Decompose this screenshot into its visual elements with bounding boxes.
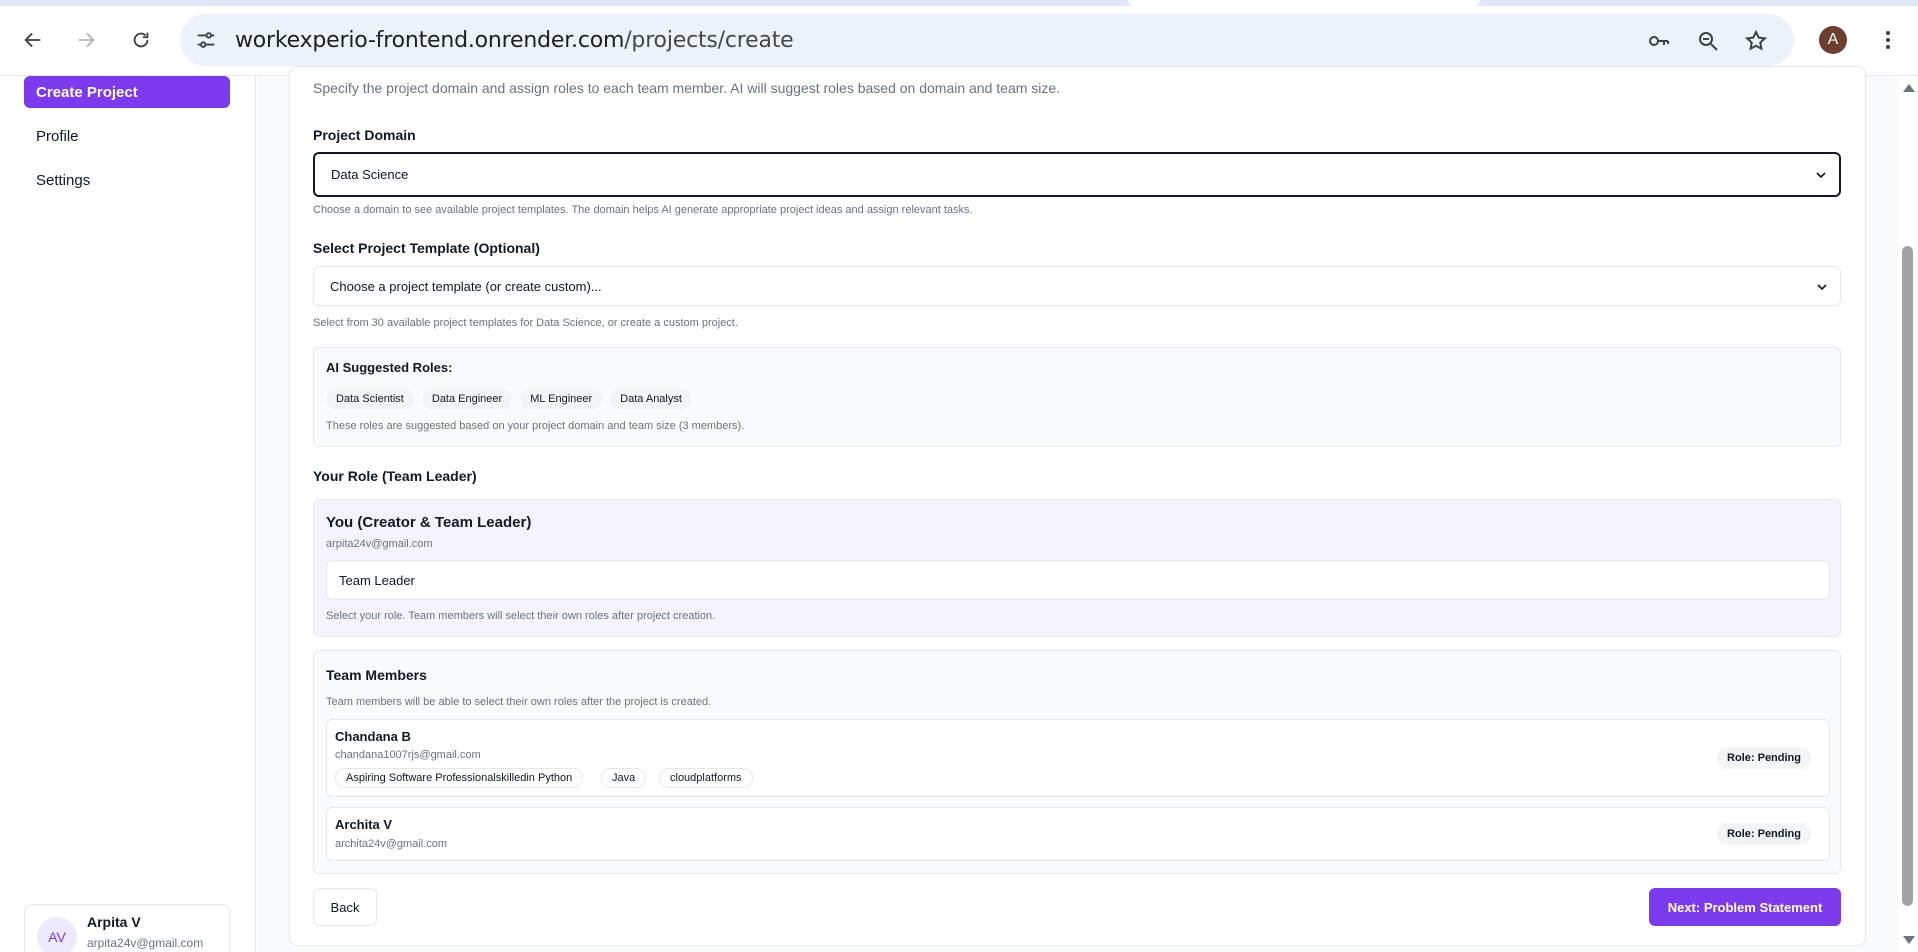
status-badge: Role: Pending: [1717, 747, 1811, 769]
forward-arrow-icon[interactable]: [68, 22, 104, 58]
template-placeholder: Choose a project template (or create cus…: [330, 278, 602, 294]
browser-toolbar: workexperio-frontend.onrender.com/projec…: [0, 0, 1918, 76]
status-badge: Role: Pending: [1717, 823, 1811, 845]
project-domain-label: Project Domain: [313, 127, 416, 143]
list-item: Chandana B chandana1007rjs@gmail.com Asp…: [326, 719, 1830, 797]
sidebar-item-settings[interactable]: Settings: [24, 164, 230, 196]
template-help: Select from 30 available project templat…: [313, 317, 738, 329]
sidebar-item-create-project[interactable]: Create Project: [24, 76, 230, 108]
next-button[interactable]: Next: Problem Statement: [1649, 888, 1841, 926]
project-domain-help: Choose a domain to see available project…: [313, 204, 973, 216]
chevron-down-icon: [1816, 172, 1826, 179]
chevron-down-icon: [1817, 284, 1827, 291]
skill-chip: cloudplatforms: [659, 768, 753, 788]
role-chip: Data Analyst: [610, 388, 692, 410]
team-leader-card: You (Creator & Team Leader) arpita24v@gm…: [313, 499, 1841, 637]
scrollbar-thumb[interactable]: [1902, 246, 1913, 906]
back-arrow-icon[interactable]: [15, 22, 51, 58]
sidebar: Create Project Profile Settings AV Arpit…: [0, 76, 256, 952]
leader-email: arpita24v@gmail.com: [326, 538, 433, 550]
back-button[interactable]: Back: [313, 888, 377, 926]
template-select[interactable]: Choose a project template (or create cus…: [313, 266, 1841, 306]
profile-avatar[interactable]: A: [1819, 26, 1847, 54]
key-icon[interactable]: [1646, 28, 1672, 54]
member-email: archita24v@gmail.com: [335, 838, 448, 850]
your-role-label: Your Role (Team Leader): [313, 468, 477, 484]
user-email: arpita24v@gmail.com: [87, 936, 204, 950]
ai-roles-title: AI Suggested Roles:: [326, 360, 453, 375]
member-email: chandana1007rjs@gmail.com: [335, 749, 481, 761]
team-members-note: Team members will be able to select thei…: [326, 696, 712, 708]
role-chip: ML Engineer: [520, 388, 603, 410]
bookmark-star-icon[interactable]: [1743, 28, 1769, 54]
site-settings-icon[interactable]: [194, 28, 218, 52]
member-name: Chandana B: [335, 729, 411, 744]
leader-role-help: Select your role. Team members will sele…: [326, 610, 716, 622]
leader-role-value: Team Leader: [339, 572, 415, 588]
scroll-up-arrow-icon[interactable]: [1903, 84, 1915, 92]
zoom-icon[interactable]: [1695, 28, 1721, 54]
ai-suggested-roles: AI Suggested Roles: Data Scientist Data E…: [313, 347, 1841, 447]
reload-icon[interactable]: [123, 22, 159, 58]
menu-kebab-icon[interactable]: [1876, 26, 1900, 54]
skill-chip: Aspiring Software Professionalskilledin …: [335, 768, 584, 788]
ai-roles-chips: Data Scientist Data Engineer ML Engineer Da…: [326, 388, 700, 410]
team-members-title: Team Members: [326, 667, 427, 683]
page-intro: Specify the project domain and assign ro…: [313, 80, 1061, 96]
sidebar-item-profile[interactable]: Profile: [24, 120, 230, 152]
scrollbar[interactable]: [1898, 76, 1918, 952]
main-content: Specify the project domain and assign ro…: [257, 66, 1898, 952]
user-card[interactable]: AV Arpita V arpita24v@gmail.com: [24, 904, 230, 952]
scroll-down-arrow-icon[interactable]: [1903, 936, 1915, 944]
url-text: workexperio-frontend.onrender.com/projec…: [235, 28, 794, 53]
role-chip: Data Scientist: [326, 388, 414, 410]
template-label: Select Project Template (Optional): [313, 240, 540, 256]
leader-role-input[interactable]: Team Leader: [326, 560, 1830, 600]
list-item: Archita V archita24v@gmail.com Role: Pen…: [326, 807, 1830, 861]
ai-roles-note: These roles are suggested based on your …: [326, 420, 745, 432]
role-chip: Data Engineer: [421, 388, 513, 410]
user-name: Arpita V: [87, 914, 141, 930]
avatar: AV: [37, 917, 77, 952]
address-bar[interactable]: workexperio-frontend.onrender.com/projec…: [180, 14, 1794, 66]
project-domain-select[interactable]: Data Science: [313, 152, 1841, 197]
member-name: Archita V: [335, 817, 393, 832]
leader-title: You (Creator & Team Leader): [326, 514, 532, 531]
skill-chip: Java: [601, 768, 647, 788]
project-domain-value: Data Science: [331, 167, 409, 182]
team-members-card: Team Members Team members will be able t…: [313, 650, 1841, 874]
tab-strip: [0, 0, 1918, 6]
